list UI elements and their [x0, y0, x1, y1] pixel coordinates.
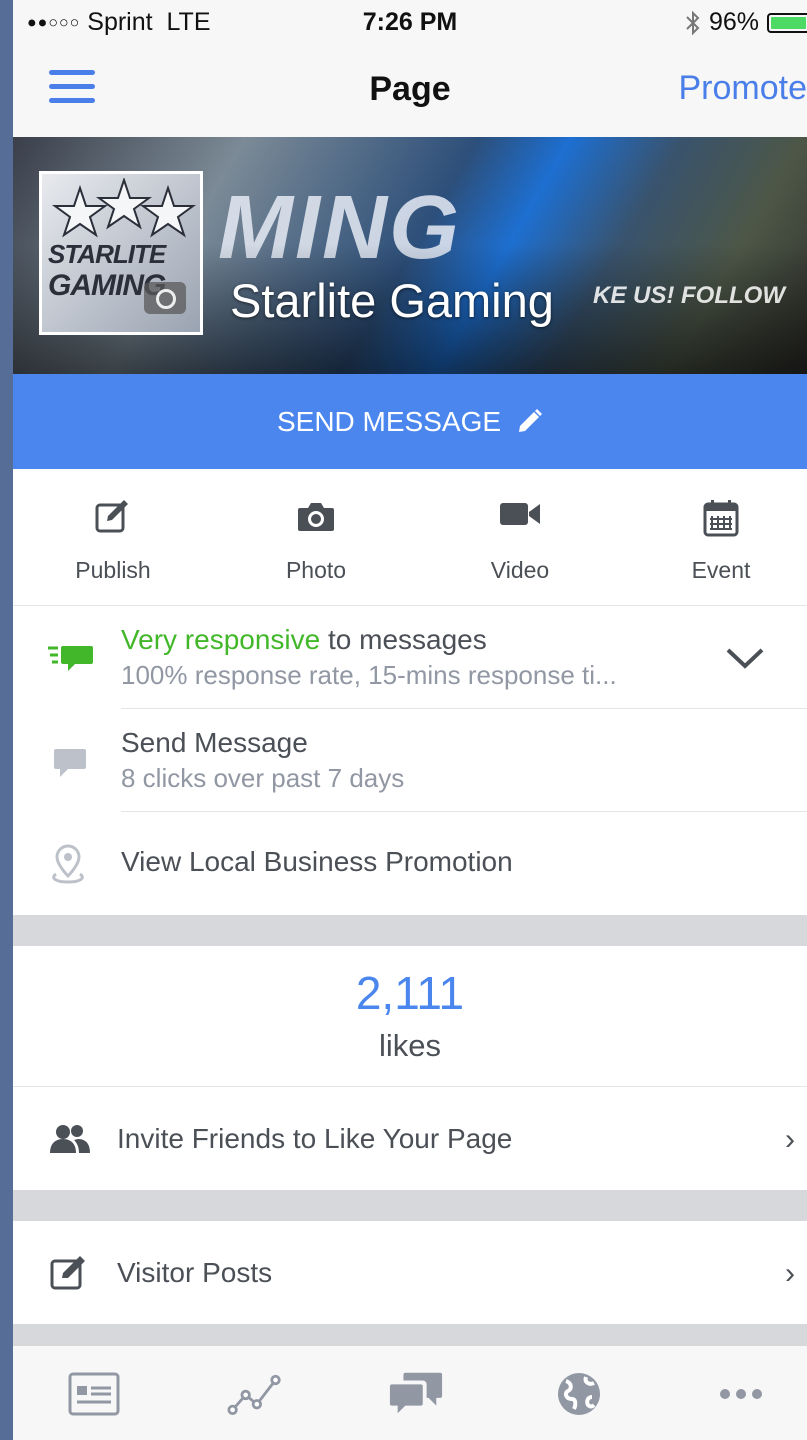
send-message-row-detail: 8 clicks over past 7 days [121, 763, 405, 793]
status-bar: ●●○○○ Sprint LTE 7:26 PM 96% [13, 0, 807, 42]
event-action[interactable]: Event [621, 469, 807, 605]
more-icon [720, 1389, 762, 1399]
photo-action[interactable]: Photo [216, 469, 416, 605]
tab-bar [13, 1345, 807, 1440]
local-business-row[interactable]: View Local Business Promotion [13, 812, 807, 915]
friends-icon [50, 1125, 90, 1153]
compose-icon [95, 500, 128, 533]
invite-friends-title: Invite Friends to Like Your Page [117, 1123, 513, 1154]
likes-label: likes [378, 1028, 441, 1063]
send-message-row-title: Send Message [121, 727, 308, 758]
cover-art-side-text: KE US! FOLLOW [593, 282, 785, 309]
navigation-bar: Page Promote [13, 42, 807, 138]
camera-overlay-icon[interactable] [144, 282, 186, 314]
insights-icon [227, 1374, 281, 1415]
tab-news-feed[interactable] [66, 1370, 122, 1418]
invite-friends-row[interactable]: Invite Friends to Like Your Page › [13, 1087, 807, 1190]
tab-messages[interactable] [388, 1370, 444, 1418]
profile-picture[interactable]: STARLITE GAMING [39, 171, 203, 335]
visitor-posts-row[interactable]: Visitor Posts › [13, 1221, 807, 1324]
section-separator [13, 1190, 807, 1221]
phone-screen: ●●○○○ Sprint LTE 7:26 PM 96% Page Promot… [13, 0, 807, 1440]
action-bar: Publish Photo Video Event [13, 469, 807, 606]
likes-count: 2,111 [355, 967, 465, 1019]
section-separator [13, 1324, 807, 1345]
tab-insights[interactable] [227, 1370, 283, 1418]
message-bubble-icon [54, 749, 86, 777]
video-label: Video [490, 557, 550, 583]
event-label: Event [691, 557, 751, 583]
send-message-row[interactable]: Send Message 8 clicks over past 7 days [13, 709, 807, 811]
responsiveness-title: Very responsive to messages [121, 624, 487, 655]
page-name: Starlite Gaming [230, 274, 554, 327]
cover-photo[interactable]: MING KE US! FOLLOW STARLITE GAMING Starl… [13, 137, 807, 374]
publish-label: Publish [75, 557, 151, 583]
responsiveness-detail: 100% response rate, 15-mins response ti.… [121, 660, 617, 690]
calendar-icon [703, 500, 739, 537]
send-message-label: SEND MESSAGE [276, 405, 502, 437]
tab-globe[interactable] [551, 1370, 607, 1418]
section-separator [13, 915, 807, 946]
photo-label: Photo [285, 557, 347, 583]
video-action[interactable]: Video [420, 469, 620, 605]
pencil-icon [519, 408, 543, 432]
responsiveness-row[interactable]: Very responsive to messages 100% respons… [13, 606, 807, 708]
camera-icon [298, 503, 334, 531]
battery-icon [767, 12, 807, 33]
bluetooth-icon [686, 10, 700, 35]
chevron-right-icon: › [785, 1123, 795, 1156]
location-pin-icon [52, 844, 84, 884]
chevron-right-icon: › [785, 1257, 795, 1290]
local-business-title: View Local Business Promotion [121, 846, 513, 877]
visitor-posts-title: Visitor Posts [117, 1257, 273, 1288]
chevron-down-icon[interactable] [725, 646, 765, 670]
news-feed-icon [68, 1372, 120, 1416]
tab-more[interactable] [713, 1370, 769, 1418]
globe-icon [558, 1373, 600, 1415]
video-icon [500, 503, 540, 525]
status-right: 96% [685, 8, 807, 37]
publish-action[interactable]: Publish [13, 469, 213, 605]
compose-icon [50, 1256, 85, 1290]
messages-icon [389, 1372, 443, 1414]
send-message-button[interactable]: SEND MESSAGE [13, 374, 807, 469]
battery-percent: 96% [708, 8, 759, 36]
fast-chat-icon [48, 646, 93, 671]
promote-button[interactable]: Promote [679, 69, 807, 108]
